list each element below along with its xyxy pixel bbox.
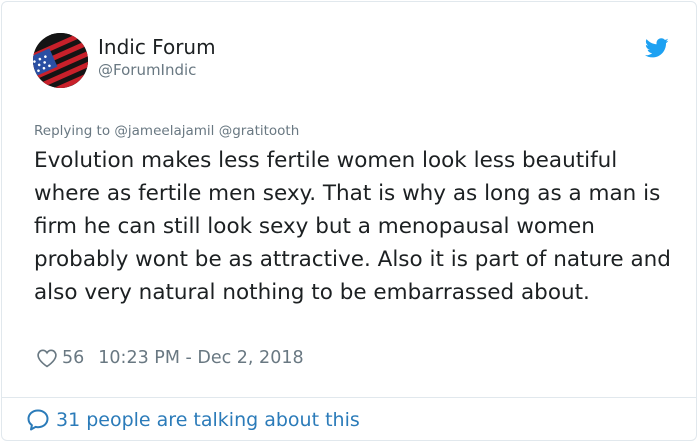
tweet-timestamp[interactable]: 10:23 PM - Dec 2, 2018 — [98, 348, 303, 368]
mention-link[interactable]: @jameelajamil — [114, 123, 214, 139]
replying-to: Replying to @jameelajamil @gratitooth — [34, 123, 299, 139]
mention-link[interactable]: @gratitooth — [219, 123, 300, 139]
author-handle[interactable]: @ForumIndic — [98, 61, 196, 79]
twitter-bird-icon[interactable] — [644, 36, 669, 60]
footer-divider — [2, 397, 696, 398]
conversation-link-text[interactable]: 31 people are talking about this — [56, 409, 360, 431]
conversation-link[interactable]: 31 people are talking about this — [26, 407, 360, 433]
replying-to-prefix: Replying to — [34, 123, 111, 139]
heart-icon[interactable] — [36, 347, 58, 369]
tweet-card: Indic Forum @ForumIndic Replying to @jam… — [1, 1, 697, 441]
tweet-meta: 56 10:23 PM - Dec 2, 2018 — [36, 346, 304, 370]
author-name[interactable]: Indic Forum — [98, 35, 216, 59]
like-count[interactable]: 56 — [62, 348, 84, 368]
tweet-text: Evolution makes less fertile women look … — [34, 148, 671, 305]
flag-avatar-image — [33, 33, 88, 88]
avatar[interactable] — [33, 33, 88, 88]
speech-bubble-icon — [27, 409, 49, 431]
